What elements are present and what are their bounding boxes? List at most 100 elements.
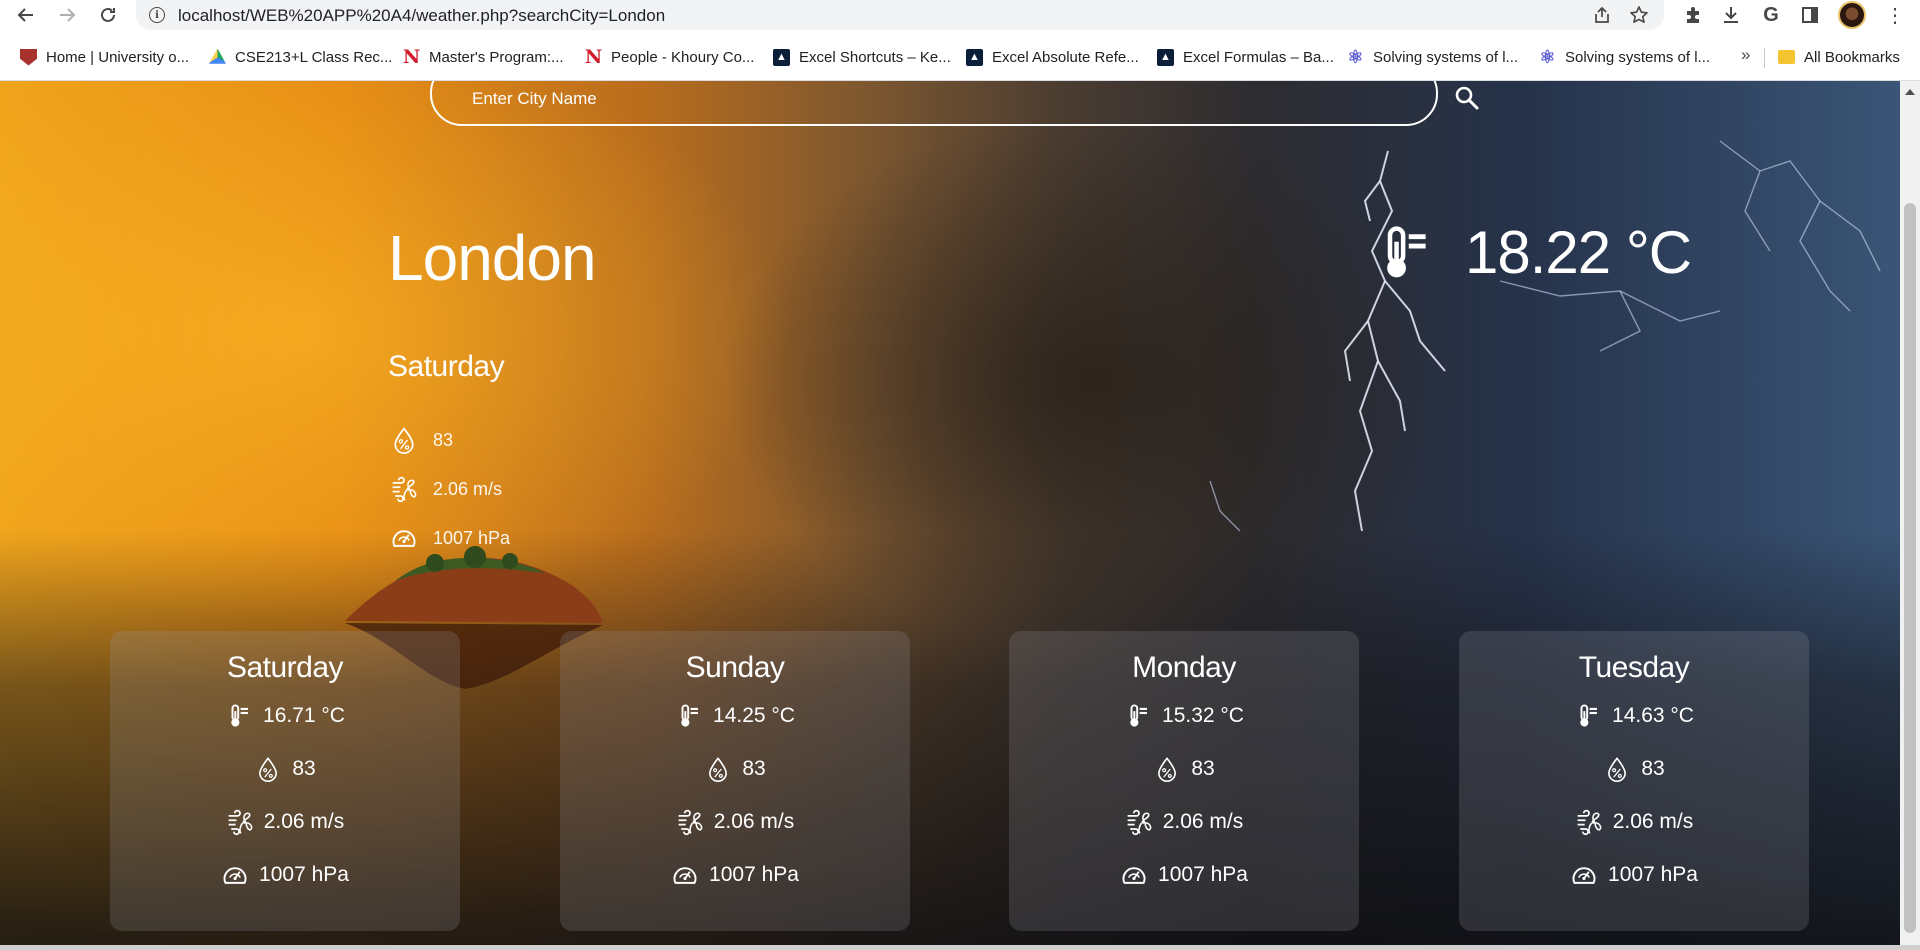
address-bar[interactable]: i localhost/WEB%20APP%20A4/weather.php?s… [136, 0, 1664, 30]
forecast-humidity: 83 [110, 755, 460, 783]
scroll-up-arrow-icon[interactable] [1905, 89, 1915, 95]
forecast-day: Monday [1132, 651, 1236, 684]
current-wind: 2.06 m/s [390, 475, 502, 503]
forecast-humidity: 83 [1009, 755, 1359, 783]
all-bookmarks-label: All Bookmarks [1804, 48, 1900, 66]
pressure-gauge-icon [671, 861, 699, 889]
forecast-temperature: 14.25 °C [560, 702, 910, 730]
forecast-day: Sunday [685, 651, 785, 684]
forecast-pressure: 1007 hPa [560, 861, 910, 889]
atom-icon: ⚛ [1539, 46, 1556, 67]
forecast-day: Saturday [226, 651, 344, 684]
forecast-temperature: 16.71 °C [110, 702, 460, 730]
humidity-icon [704, 755, 732, 783]
bookmark-label: Excel Formulas – Ba... [1183, 48, 1334, 66]
thermometer-icon [1574, 702, 1602, 730]
back-button[interactable] [13, 2, 39, 28]
city-search-input[interactable] [472, 87, 1372, 111]
bookmark-item[interactable]: N People - Khoury Co... [584, 45, 755, 69]
atom-icon: ⚛ [1347, 46, 1364, 67]
forecast-humidity-value: 83 [1641, 757, 1665, 780]
bookmark-item[interactable]: CSE213+L Class Rec... [209, 45, 392, 69]
current-day: Saturday [388, 350, 505, 383]
reload-button[interactable] [95, 2, 121, 28]
forecast-pressure-value: 1007 hPa [709, 863, 799, 886]
forecast-humidity: 83 [1459, 755, 1809, 783]
current-temperature: 18.22 °C [1375, 218, 1692, 287]
forecast-temperature-value: 15.32 °C [1162, 704, 1244, 727]
forecast-pressure-value: 1007 hPa [1158, 863, 1248, 886]
google-icon[interactable]: G [1759, 3, 1783, 27]
bookmark-label: Master's Program:... [429, 48, 564, 66]
horizontal-scrollbar[interactable] [0, 945, 1920, 950]
address-bar-row: i localhost/WEB%20APP%20A4/weather.php?s… [0, 0, 1920, 30]
forecast-humidity-value: 83 [1191, 757, 1215, 780]
wind-icon [390, 475, 418, 503]
pressure-gauge-icon [390, 524, 418, 552]
bookmark-label: Excel Shortcuts – Ke... [799, 48, 951, 66]
more-bookmarks-button[interactable]: » [1741, 45, 1750, 65]
browser-chrome: i localhost/WEB%20APP%20A4/weather.php?s… [0, 0, 1920, 81]
bookmark-item[interactable]: ▲ Excel Absolute Refe... [966, 45, 1139, 69]
vertical-scrollbar[interactable] [1900, 81, 1920, 945]
city-search-box [430, 81, 1438, 126]
thermometer-icon [1375, 223, 1435, 283]
download-icon[interactable] [1719, 3, 1743, 27]
extensions-icon[interactable] [1681, 3, 1705, 27]
arrow-left-icon [17, 8, 33, 22]
bookmark-item[interactable]: N Master's Program:... [403, 45, 564, 69]
humidity-value: 83 [433, 429, 454, 450]
menu-kebab-icon[interactable]: ⋮ [1883, 3, 1907, 27]
forecast-wind-value: 2.06 m/s [1162, 810, 1244, 833]
humidity-icon [1153, 755, 1181, 783]
site-info-icon[interactable]: i [149, 7, 165, 23]
humidity-icon [254, 755, 282, 783]
forecast-wind: 2.06 m/s [110, 808, 460, 836]
forecast-wind-value: 2.06 m/s [1612, 810, 1694, 833]
forward-button[interactable] [54, 2, 80, 28]
wind-value: 2.06 m/s [433, 478, 503, 499]
weather-page: London Saturday 83 2.06 m/s 1007 hPa 18.… [0, 81, 1900, 945]
forecast-day: Tuesday [1578, 651, 1690, 684]
bookmark-star-icon[interactable] [1628, 4, 1650, 26]
forecast-humidity: 83 [560, 755, 910, 783]
forecast-card: Saturday 16.71 °C 83 2.06 m/s 1007 hPa [110, 631, 460, 931]
forecast-pressure-value: 1007 hPa [259, 863, 349, 886]
bookmark-item[interactable]: ⚛ Solving systems of l... [1347, 45, 1518, 69]
bookmark-label: Excel Absolute Refe... [992, 48, 1139, 66]
all-bookmarks-button[interactable]: All Bookmarks [1778, 45, 1900, 69]
forecast-wind: 2.06 m/s [1009, 808, 1359, 836]
bookmark-item[interactable]: Home | University o... [20, 45, 189, 69]
forecast-temperature-value: 14.25 °C [713, 704, 795, 727]
profile-avatar[interactable] [1838, 1, 1866, 29]
current-humidity: 83 [390, 426, 453, 454]
search-icon [1455, 86, 1479, 110]
wind-icon [1125, 808, 1153, 836]
google-drive-icon [209, 48, 226, 64]
url-text[interactable]: localhost/WEB%20APP%20A4/weather.php?sea… [178, 6, 665, 26]
forecast-temperature: 14.63 °C [1459, 702, 1809, 730]
share-icon[interactable] [1591, 4, 1613, 26]
thermometer-icon [1124, 702, 1152, 730]
pressure-gauge-icon [1570, 861, 1598, 889]
forecast-wind: 2.06 m/s [1459, 808, 1809, 836]
thermometer-icon [675, 702, 703, 730]
side-panel-icon[interactable] [1798, 3, 1822, 27]
bookmark-item[interactable]: ▲ Excel Formulas – Ba... [1157, 45, 1334, 69]
bookmark-item[interactable]: ▲ Excel Shortcuts – Ke... [773, 45, 951, 69]
forecast-humidity-value: 83 [742, 757, 766, 780]
bookmark-item[interactable]: ⚛ Solving systems of l... [1539, 45, 1710, 69]
university-icon [20, 48, 37, 66]
scrollbar-thumb[interactable] [1904, 203, 1916, 933]
forecast-humidity-value: 83 [292, 757, 316, 780]
bookmarks-bar: Home | University o... CSE213+L Class Re… [0, 42, 1920, 72]
search-button[interactable] [1450, 81, 1484, 115]
city-name: London [388, 222, 597, 294]
humidity-icon [390, 426, 418, 454]
pressure-value: 1007 hPa [433, 527, 511, 548]
wind-icon [226, 808, 254, 836]
folder-icon [1778, 50, 1795, 64]
forecast-temperature-value: 14.63 °C [1612, 704, 1694, 727]
temperature-value: 18.22 °C [1465, 219, 1692, 286]
northeastern-icon: N [584, 46, 603, 68]
